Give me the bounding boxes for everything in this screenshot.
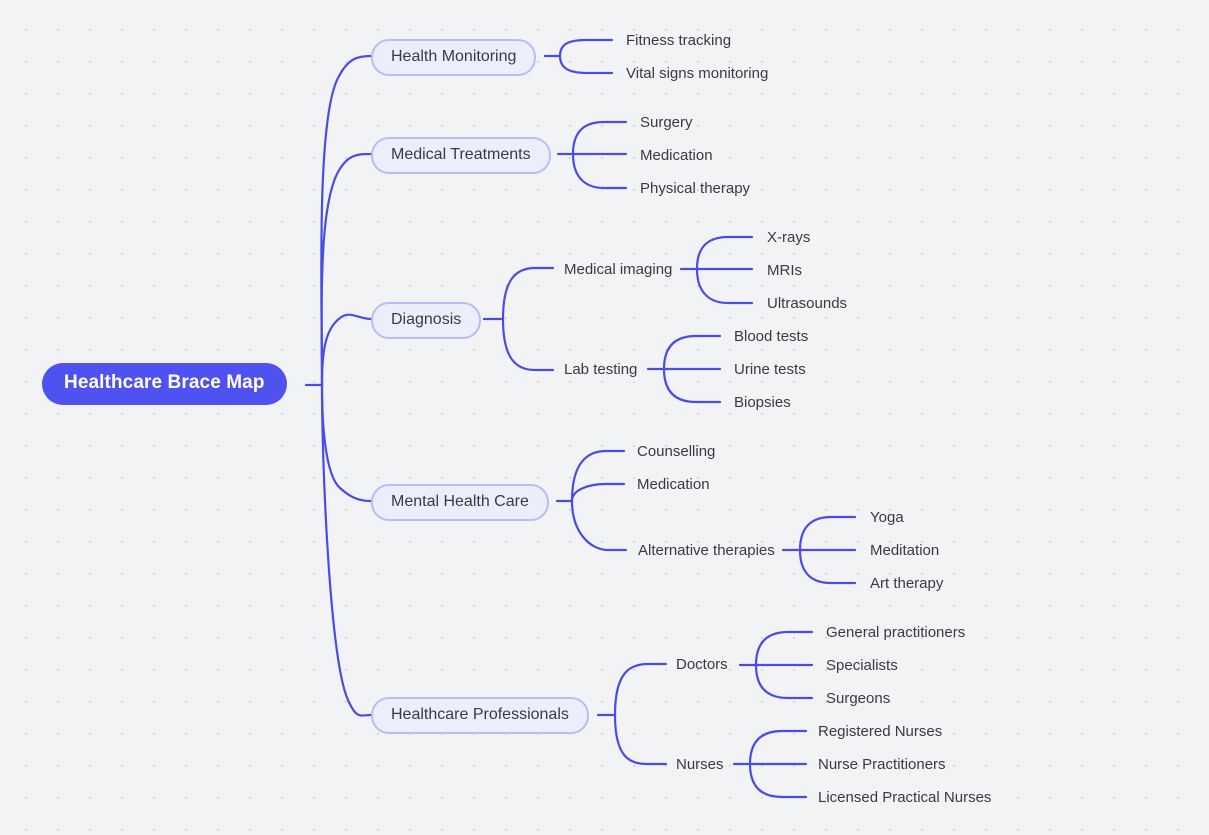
root-node-healthcare-brace-map[interactable]: Healthcare Brace Map xyxy=(42,363,287,405)
link-alternative-to-art-therapy xyxy=(798,548,857,585)
branch-node-diagnosis[interactable]: Diagnosis xyxy=(371,302,482,340)
link-medical-treatments-to-physical-therapy xyxy=(571,152,628,190)
branch-node-healthcare-professionals[interactable]: Healthcare Professionals xyxy=(371,697,589,735)
leaf-node-licensed-practical-nurses[interactable]: Licensed Practical Nurses xyxy=(818,789,991,806)
link-mental-health-to-counselling xyxy=(570,449,626,503)
leaf-node-art-therapy[interactable]: Art therapy xyxy=(870,575,943,592)
mid-node-medical-imaging[interactable]: Medical imaging xyxy=(564,261,672,278)
link-doctors-to-general-practitioners xyxy=(754,630,814,667)
leaf-node-vital-signs-monitoring[interactable]: Vital signs monitoring xyxy=(626,65,768,82)
link-medical-treatments-to-surgery xyxy=(571,120,628,156)
leaf-node-urine-tests[interactable]: Urine tests xyxy=(734,361,806,378)
leaf-node-general-practitioners[interactable]: General practitioners xyxy=(826,624,965,641)
leaf-node-medication-treatments[interactable]: Medication xyxy=(640,147,713,164)
link-alternative-to-yoga xyxy=(798,515,857,552)
link-healthcare-professionals-to-doctors xyxy=(613,662,668,717)
leaf-node-counselling[interactable]: Counselling xyxy=(637,443,715,460)
link-mental-health-to-medication xyxy=(570,482,626,503)
leaf-node-registered-nurses[interactable]: Registered Nurses xyxy=(818,723,942,740)
link-diagnosis-to-medical-imaging xyxy=(501,266,555,321)
branch-node-health-monitoring[interactable]: Health Monitoring xyxy=(371,39,537,77)
link-diagnosis-to-lab-testing xyxy=(501,317,555,372)
leaf-node-nurse-practitioners[interactable]: Nurse Practitioners xyxy=(818,756,946,773)
branch-node-mental-health-care[interactable]: Mental Health Care xyxy=(371,484,549,522)
leaf-node-physical-therapy[interactable]: Physical therapy xyxy=(640,180,750,197)
leaf-node-mris[interactable]: MRIs xyxy=(767,262,802,279)
link-lab-testing-to-blood-tests xyxy=(662,334,722,371)
link-root-to-diagnosis xyxy=(320,313,373,387)
leaf-node-x-rays[interactable]: X-rays xyxy=(767,229,810,246)
mid-node-lab-testing[interactable]: Lab testing xyxy=(564,361,637,378)
mid-node-nurses[interactable]: Nurses xyxy=(676,756,724,773)
leaf-node-biopsies[interactable]: Biopsies xyxy=(734,394,791,411)
link-root-to-health-monitoring xyxy=(320,54,373,387)
link-medical-imaging-to-ultrasounds xyxy=(695,267,754,305)
link-root-to-healthcare-professionals xyxy=(320,383,373,717)
leaf-node-medication-mental-health[interactable]: Medication xyxy=(637,476,710,493)
mid-node-alternative-therapies[interactable]: Alternative therapies xyxy=(638,542,775,559)
brace-map-canvas: Healthcare Brace Map Health Monitoring M… xyxy=(0,0,1209,835)
leaf-node-surgeons[interactable]: Surgeons xyxy=(826,690,890,707)
link-nurses-to-registered-nurses xyxy=(748,729,808,766)
leaf-node-ultrasounds[interactable]: Ultrasounds xyxy=(767,295,847,312)
leaf-node-meditation[interactable]: Meditation xyxy=(870,542,939,559)
mid-node-doctors[interactable]: Doctors xyxy=(676,656,728,673)
branch-node-medical-treatments[interactable]: Medical Treatments xyxy=(371,137,551,175)
link-medical-imaging-to-xrays xyxy=(695,235,754,271)
leaf-node-specialists[interactable]: Specialists xyxy=(826,657,898,674)
link-healthcare-professionals-to-nurses xyxy=(613,713,668,766)
leaf-node-surgery[interactable]: Surgery xyxy=(640,114,693,131)
leaf-node-yoga[interactable]: Yoga xyxy=(870,509,904,526)
link-lab-testing-to-biopsies xyxy=(662,367,722,404)
leaf-node-fitness-tracking[interactable]: Fitness tracking xyxy=(626,32,731,49)
link-health-monitoring-to-fitness-tracking xyxy=(558,38,614,58)
leaf-node-blood-tests[interactable]: Blood tests xyxy=(734,328,808,345)
link-health-monitoring-to-vital-signs xyxy=(558,54,614,75)
link-root-to-mental-health-care xyxy=(320,383,373,503)
connector-links xyxy=(304,38,857,799)
link-root-to-medical-treatments xyxy=(320,152,373,387)
link-mental-health-to-alternative-therapies xyxy=(570,499,628,552)
link-doctors-to-surgeons xyxy=(754,663,814,700)
link-nurses-to-licensed-practical-nurses xyxy=(748,762,808,799)
